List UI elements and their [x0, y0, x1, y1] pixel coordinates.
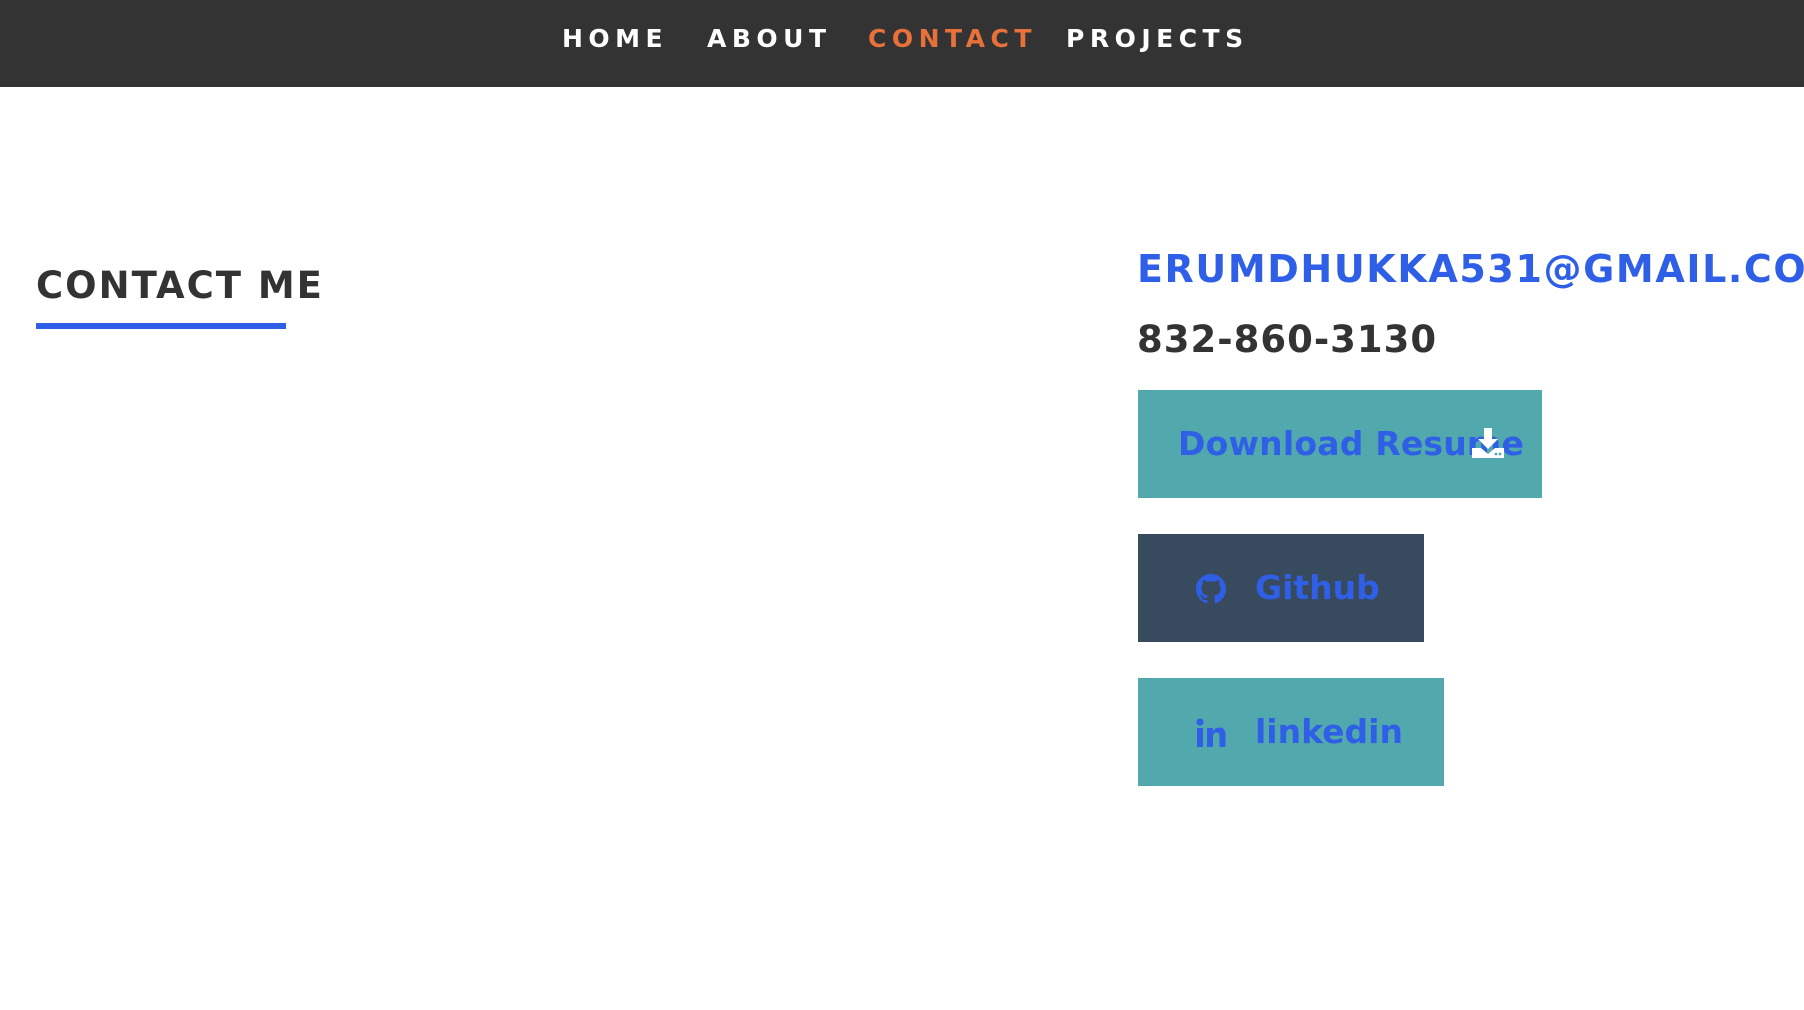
nav-contact-link[interactable]: CONTACT — [868, 24, 1037, 54]
linkedin-button[interactable]: linkedin — [1138, 678, 1444, 786]
download-icon — [1472, 428, 1504, 458]
top-navbar: HOME ABOUT CONTACT PROJECTS — [0, 0, 1804, 87]
linkedin-icon — [1196, 718, 1226, 747]
contact-heading: CONTACT ME — [36, 264, 324, 307]
download-resume-button[interactable]: Download Resume — [1138, 390, 1542, 498]
github-label: Github — [1255, 568, 1380, 607]
heading-underline — [36, 323, 286, 329]
nav-projects-link[interactable]: PROJECTS — [1066, 24, 1249, 54]
phone-number: 832-860-3130 — [1137, 318, 1438, 361]
github-icon — [1196, 574, 1226, 604]
linkedin-label: linkedin — [1255, 712, 1403, 751]
nav-home-link[interactable]: HOME — [562, 24, 668, 54]
github-button[interactable]: Github — [1138, 534, 1424, 642]
nav-about-link[interactable]: ABOUT — [707, 24, 832, 54]
email-link[interactable]: ERUMDHUKKA531@GMAIL.COM — [1137, 246, 1804, 292]
